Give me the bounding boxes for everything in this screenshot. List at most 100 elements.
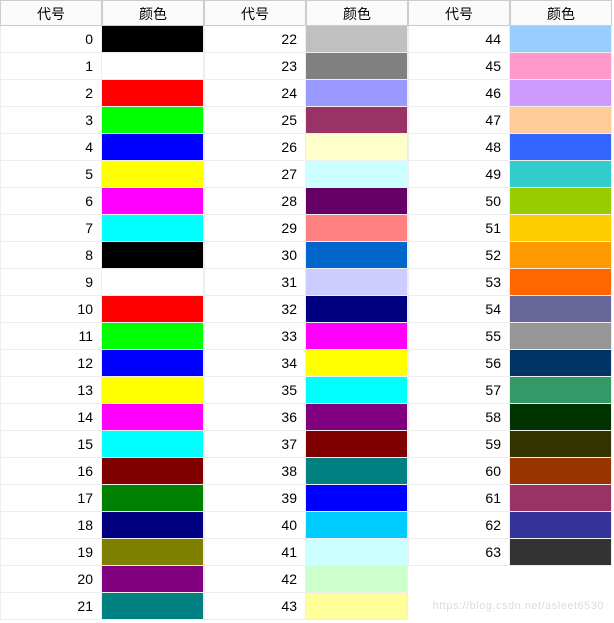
- code-cell: 58: [408, 404, 510, 431]
- table-row: 2: [0, 80, 204, 107]
- table-row: 26: [204, 134, 408, 161]
- table-row: 34: [204, 350, 408, 377]
- color-swatch: [510, 80, 612, 107]
- color-swatch: [510, 26, 612, 53]
- table-row: 13: [0, 377, 204, 404]
- color-swatch: [306, 377, 408, 404]
- column-group-2: 代号颜色444546474849505152535455565758596061…: [408, 0, 612, 620]
- color-swatch: [510, 188, 612, 215]
- color-swatch: [306, 188, 408, 215]
- table-row: 5: [0, 161, 204, 188]
- table-row: 7: [0, 215, 204, 242]
- table-row: 24: [204, 80, 408, 107]
- header-code: 代号: [408, 0, 510, 26]
- code-cell: 17: [0, 485, 102, 512]
- color-swatch: [510, 107, 612, 134]
- color-swatch: [102, 323, 204, 350]
- table-row: 37: [204, 431, 408, 458]
- code-cell: 27: [204, 161, 306, 188]
- code-cell: 31: [204, 269, 306, 296]
- table-row: 31: [204, 269, 408, 296]
- table-row: 1: [0, 53, 204, 80]
- code-cell: 50: [408, 188, 510, 215]
- color-swatch: [306, 431, 408, 458]
- color-swatch: [102, 539, 204, 566]
- code-cell: 26: [204, 134, 306, 161]
- code-cell: 33: [204, 323, 306, 350]
- color-swatch: [102, 80, 204, 107]
- color-swatch: [306, 242, 408, 269]
- code-cell: 57: [408, 377, 510, 404]
- table-row: 14: [0, 404, 204, 431]
- code-cell: 7: [0, 215, 102, 242]
- code-cell: 46: [408, 80, 510, 107]
- code-cell: 53: [408, 269, 510, 296]
- color-swatch: [510, 215, 612, 242]
- table-row: 8: [0, 242, 204, 269]
- code-cell: 39: [204, 485, 306, 512]
- table-row: 59: [408, 431, 612, 458]
- table-row: 9: [0, 269, 204, 296]
- table-row: 44: [408, 26, 612, 53]
- table-row: 40: [204, 512, 408, 539]
- code-cell: 43: [204, 593, 306, 620]
- table-row: 3: [0, 107, 204, 134]
- color-swatch: [510, 404, 612, 431]
- code-cell: 22: [204, 26, 306, 53]
- table-row: 36: [204, 404, 408, 431]
- table-row: 62: [408, 512, 612, 539]
- table-row: 45: [408, 53, 612, 80]
- table-row: 42: [204, 566, 408, 593]
- color-swatch: [306, 485, 408, 512]
- code-cell: 42: [204, 566, 306, 593]
- color-swatch: [102, 512, 204, 539]
- color-swatch: [306, 134, 408, 161]
- code-cell: 2: [0, 80, 102, 107]
- code-cell: 13: [0, 377, 102, 404]
- code-cell: 21: [0, 593, 102, 620]
- color-swatch: [510, 539, 612, 566]
- color-swatch: [510, 512, 612, 539]
- color-swatch: [306, 269, 408, 296]
- code-cell: 20: [0, 566, 102, 593]
- table-row: 19: [0, 539, 204, 566]
- color-swatch: [306, 26, 408, 53]
- color-swatch: [306, 323, 408, 350]
- color-swatch: [510, 161, 612, 188]
- table-row: 63: [408, 539, 612, 566]
- code-cell: 0: [0, 26, 102, 53]
- code-cell: 12: [0, 350, 102, 377]
- table-row: 18: [0, 512, 204, 539]
- table-row: 32: [204, 296, 408, 323]
- code-cell: 23: [204, 53, 306, 80]
- table-row: 57: [408, 377, 612, 404]
- code-cell: 47: [408, 107, 510, 134]
- code-cell: 1: [0, 53, 102, 80]
- color-swatch: [306, 350, 408, 377]
- color-swatch: [510, 431, 612, 458]
- code-cell: 49: [408, 161, 510, 188]
- table-row: 41: [204, 539, 408, 566]
- color-swatch: [102, 26, 204, 53]
- code-cell: 6: [0, 188, 102, 215]
- table-row: 28: [204, 188, 408, 215]
- code-cell: 4: [0, 134, 102, 161]
- color-swatch: [102, 485, 204, 512]
- color-swatch: [510, 296, 612, 323]
- code-cell: 34: [204, 350, 306, 377]
- code-cell: 44: [408, 26, 510, 53]
- header-code: 代号: [204, 0, 306, 26]
- color-swatch: [306, 53, 408, 80]
- color-swatch: [306, 404, 408, 431]
- column-group-1: 代号颜色222324252627282930313233343536373839…: [204, 0, 408, 620]
- color-swatch: [102, 53, 204, 80]
- code-cell: 19: [0, 539, 102, 566]
- code-cell: 18: [0, 512, 102, 539]
- table-row: 49: [408, 161, 612, 188]
- code-cell: 14: [0, 404, 102, 431]
- code-cell: 59: [408, 431, 510, 458]
- code-cell: 37: [204, 431, 306, 458]
- code-cell: 11: [0, 323, 102, 350]
- code-cell: 30: [204, 242, 306, 269]
- table-row: 27: [204, 161, 408, 188]
